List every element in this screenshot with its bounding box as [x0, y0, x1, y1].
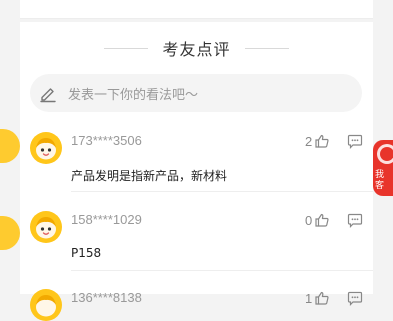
like-button[interactable]: 2: [305, 133, 330, 149]
comment-row: 158****1029 0 P158: [20, 209, 373, 271]
promo-float-button[interactable]: 我 客: [373, 140, 393, 196]
avatar-peek-left: [0, 216, 20, 250]
like-count: 2: [305, 133, 313, 149]
section-header: 考友点评: [20, 36, 373, 60]
avatar-peek-left: [0, 129, 20, 163]
like-count: 0: [305, 212, 313, 228]
avatar[interactable]: [30, 211, 62, 243]
thumbs-up-icon: [315, 134, 329, 148]
comment-text: P158: [71, 246, 102, 260]
like-button[interactable]: 1: [305, 290, 330, 306]
comment-text: 产品发明是指新产品，新材料: [71, 169, 228, 183]
promo-text-line1: 我: [375, 170, 385, 180]
comment-input-placeholder: 发表一下你的看法吧～: [68, 87, 199, 103]
comment-username: 136****8138: [71, 290, 142, 305]
promo-text-line2: 客: [375, 181, 385, 191]
like-button[interactable]: 0: [305, 212, 330, 228]
row-divider: [71, 191, 373, 192]
like-count: 1: [305, 290, 313, 306]
divider-left: [104, 47, 149, 49]
thumbs-up-icon: [315, 213, 329, 227]
previous-card-bottom: [20, 0, 373, 19]
avatar[interactable]: [30, 132, 62, 164]
comment-bubble-icon[interactable]: [347, 133, 363, 149]
comment-input[interactable]: 发表一下你的看法吧～: [30, 74, 362, 112]
avatar-face-icon: [36, 138, 56, 160]
avatar-face-icon: [36, 217, 56, 239]
promo-icon: [377, 144, 393, 164]
divider-right: [244, 47, 289, 49]
comment-username: 158****1029: [71, 212, 142, 227]
comment-username: 173****3506: [71, 133, 142, 148]
comment-row: 173****3506 2 产品发明是指新产品，新材料: [20, 130, 373, 192]
comment-row: 136****8138 1: [20, 287, 373, 321]
reviews-card: 考友点评 发表一下你的看法吧～ 173****3506 2 产品发明是指新产品，…: [20, 22, 373, 321]
comment-bubble-icon[interactable]: [347, 290, 363, 306]
row-divider: [71, 270, 373, 271]
section-title: 考友点评: [162, 40, 231, 59]
thumbs-up-icon: [315, 291, 329, 305]
comment-bubble-icon[interactable]: [347, 212, 363, 228]
pencil-icon: [40, 88, 56, 103]
